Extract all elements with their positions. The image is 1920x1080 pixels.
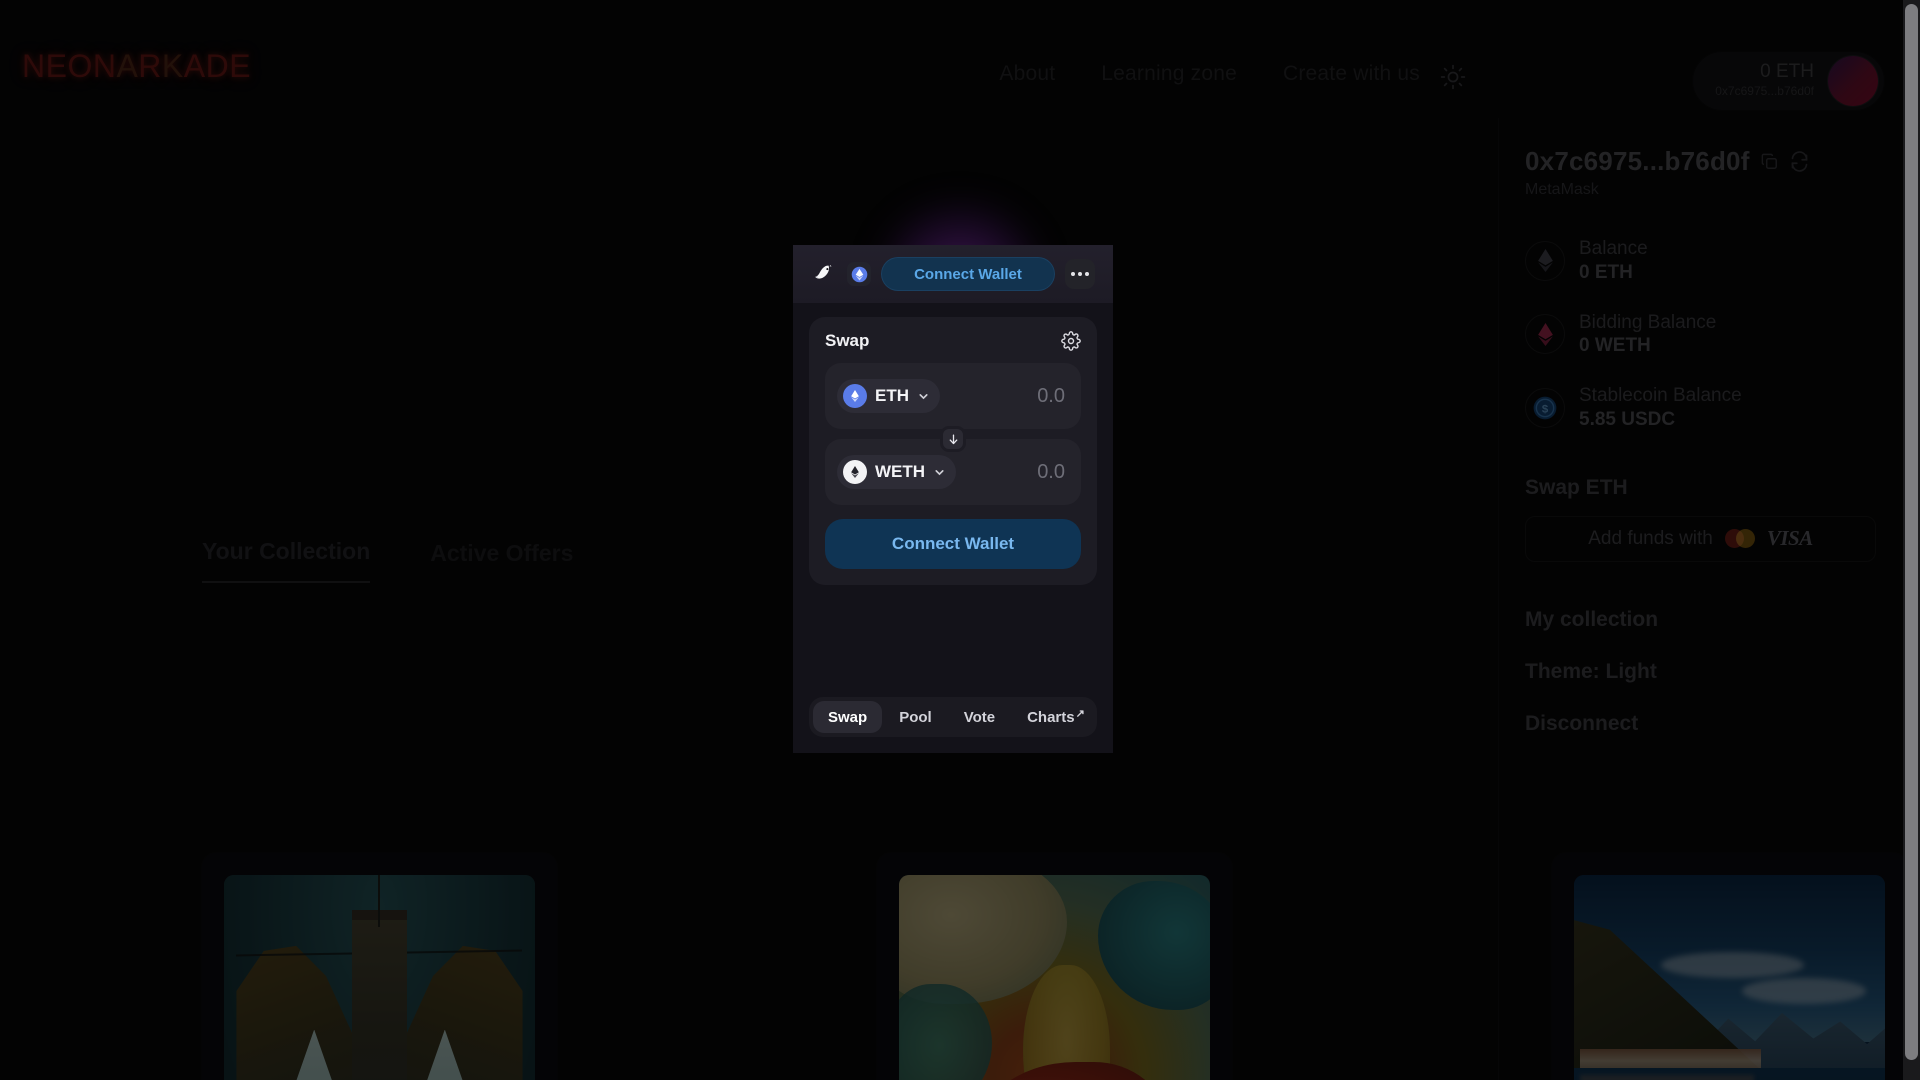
- add-funds-button[interactable]: Add funds with VISA: [1525, 515, 1876, 562]
- account-chip[interactable]: 0 ETH 0x7c6975...b76d0f: [1693, 52, 1884, 110]
- site-logo[interactable]: NEONARKADE: [22, 48, 251, 85]
- balance-label: Stablecoin Balance: [1579, 385, 1742, 406]
- arrow-down-icon[interactable]: [940, 426, 966, 452]
- widget-tab-bar: Swap Pool Vote Charts ↗: [809, 697, 1097, 737]
- nav-learning-zone[interactable]: Learning zone: [1101, 62, 1237, 86]
- svg-text:$: $: [1542, 403, 1549, 415]
- logo-part-r: R: [138, 48, 162, 84]
- nft-card[interactable]: [877, 853, 1232, 1080]
- widget-tab-charts[interactable]: Charts ↗: [1012, 701, 1100, 733]
- widget-connect-wallet-button[interactable]: Connect Wallet: [881, 257, 1055, 291]
- app-root: NEONARKADE About Learning zone Create wi…: [0, 0, 1920, 1080]
- balance-value: 0 WETH: [1579, 335, 1651, 357]
- usdc-icon: $: [1525, 387, 1565, 428]
- logo-part-ade: ADE: [183, 48, 252, 84]
- copy-icon[interactable]: [1760, 152, 1779, 171]
- mastercard-logo: [1724, 529, 1755, 548]
- nav-create-with-us[interactable]: Create with us: [1283, 62, 1420, 86]
- more-horizontal-icon[interactable]: [1065, 259, 1095, 289]
- bridge-artwork: [224, 875, 535, 1080]
- tab-your-collection[interactable]: Your Collection: [202, 538, 371, 583]
- sidebar-balances: Balance 0 ETH Bidding Balance 0 WETH $ S…: [1525, 237, 1876, 432]
- balance-value: 5.85 USDC: [1579, 408, 1676, 430]
- swap-title: Swap: [825, 331, 870, 350]
- to-token-selector[interactable]: WETH: [837, 455, 957, 489]
- balance-label: Balance: [1579, 238, 1648, 259]
- logo-part-k: K: [161, 48, 184, 84]
- widget-tab-charts-label: Charts: [1027, 708, 1075, 726]
- widget-tab-swap[interactable]: Swap: [813, 701, 883, 733]
- from-amount-input[interactable]: 0.0: [1037, 385, 1065, 408]
- sun-icon[interactable]: [1438, 62, 1468, 92]
- widget-toolbar: Connect Wallet: [793, 245, 1113, 303]
- refresh-icon[interactable]: [1789, 151, 1810, 172]
- balance-row-weth: Bidding Balance 0 WETH: [1525, 311, 1876, 359]
- swap-card-header: Swap: [825, 331, 1081, 351]
- widget-body: Swap ETH 0.0 WETH 0.0 Connect Wallet: [793, 303, 1113, 603]
- balance-row-usdc: $ Stablecoin Balance 5.85 USDC: [1525, 384, 1876, 432]
- uniswap-unicorn-icon: [811, 261, 837, 287]
- visa-logo: VISA: [1766, 526, 1813, 550]
- avatar[interactable]: [1828, 56, 1878, 106]
- sidebar-address: 0x7c6975...b76d0f: [1525, 146, 1750, 176]
- account-chip-text: 0 ETH 0x7c6975...b76d0f: [1715, 61, 1828, 100]
- balance-value: 0 ETH: [1579, 261, 1633, 283]
- to-token-name: WETH: [875, 462, 926, 481]
- chevron-down-icon: [917, 390, 930, 403]
- site-logo-text: NEONARKADE: [22, 48, 251, 85]
- uniswap-swap-widget: Connect Wallet Swap ETH 0.0 WETH 0.0 Con…: [793, 245, 1113, 753]
- abstract-swirl-artwork: [899, 875, 1210, 1080]
- main-navigation: About Learning zone Create with us: [999, 62, 1420, 86]
- swap-connect-wallet-button[interactable]: Connect Wallet: [825, 519, 1081, 569]
- to-amount-input[interactable]: 0.0: [1037, 461, 1065, 484]
- gear-icon[interactable]: [1061, 331, 1081, 351]
- from-token-name: ETH: [875, 386, 909, 405]
- nft-card[interactable]: [202, 853, 557, 1080]
- sidebar-links: My collection Theme: Light Disconnect: [1525, 608, 1876, 736]
- sidebar-swap-title: Swap ETH: [1525, 475, 1628, 499]
- weth-token-icon: [843, 460, 867, 484]
- widget-footer: Swap Pool Vote Charts ↗: [793, 603, 1113, 753]
- balance-row-eth: Balance 0 ETH: [1525, 237, 1876, 285]
- sidebar-link-disconnect[interactable]: Disconnect: [1525, 712, 1876, 736]
- ethereum-icon: [1525, 240, 1565, 281]
- sidebar-link-my-collection[interactable]: My collection: [1525, 608, 1876, 632]
- swap-to-row: WETH 0.0: [825, 426, 1081, 505]
- sidebar-wallet-name: MetaMask: [1525, 181, 1599, 198]
- add-funds-label: Add funds with: [1588, 527, 1713, 549]
- external-link-icon: ↗: [1075, 707, 1085, 720]
- sidebar-link-theme[interactable]: Theme: Light: [1525, 660, 1876, 684]
- from-token-selector[interactable]: ETH: [837, 379, 940, 413]
- nav-about[interactable]: About: [999, 62, 1055, 86]
- page-scrollbar-thumb[interactable]: [1905, 4, 1918, 1060]
- account-chip-balance: 0 ETH: [1760, 61, 1814, 83]
- main-content: Your Collection Active Offers: [0, 118, 1907, 1080]
- sidebar-address-row: 0x7c6975...b76d0f: [1525, 146, 1876, 177]
- widget-tab-pool[interactable]: Pool: [884, 701, 947, 733]
- logo-part-a: A: [116, 48, 139, 84]
- weth-icon: [1525, 314, 1565, 355]
- account-chip-address: 0x7c6975...b76d0f: [1715, 84, 1814, 99]
- eth-token-icon: [843, 384, 867, 408]
- ethereum-network-icon[interactable]: [847, 262, 871, 286]
- chevron-down-icon: [933, 466, 946, 479]
- swap-card: Swap ETH 0.0 WETH 0.0 Connect Wallet: [809, 317, 1097, 585]
- tab-active-offers[interactable]: Active Offers: [430, 540, 573, 583]
- swap-from-row: ETH 0.0: [825, 363, 1081, 429]
- site-header: NEONARKADE About Learning zone Create wi…: [0, 0, 1920, 118]
- logo-part-neon: NEON: [22, 48, 117, 84]
- widget-tab-vote[interactable]: Vote: [949, 701, 1010, 733]
- collection-tabs: Your Collection Active Offers: [202, 538, 573, 583]
- account-sidebar: 0x7c6975...b76d0f MetaMask Balance 0 ETH…: [1498, 118, 1902, 1080]
- balance-label: Bidding Balance: [1579, 311, 1717, 333]
